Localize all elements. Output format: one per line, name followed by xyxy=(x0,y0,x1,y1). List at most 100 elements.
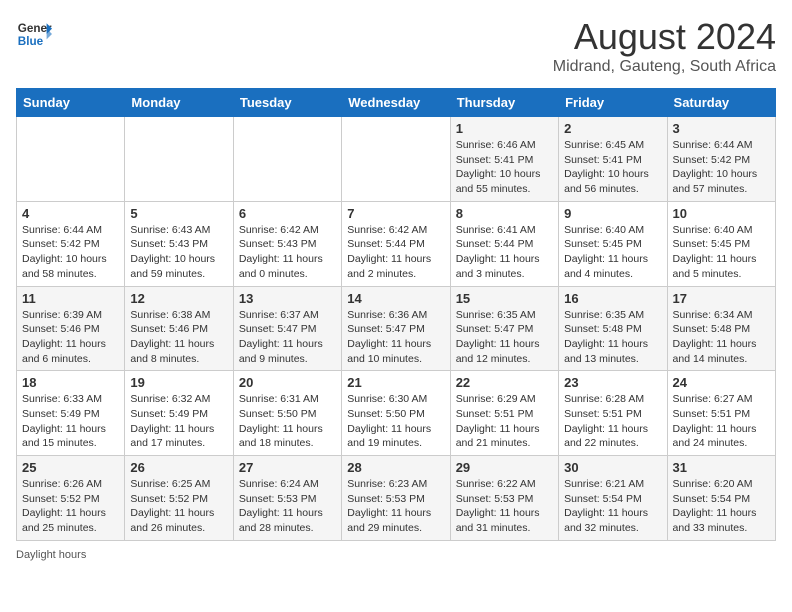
logo-icon: General Blue xyxy=(16,16,52,52)
day-cell: 20 Sunrise: 6:31 AM Sunset: 5:50 PM Dayli… xyxy=(233,371,341,456)
calendar-title: August 2024 xyxy=(553,16,776,58)
day-number: 24 xyxy=(673,375,770,390)
day-info: Sunrise: 6:31 AM Sunset: 5:50 PM Dayligh… xyxy=(239,392,336,451)
day-cell xyxy=(125,117,233,202)
day-number: 27 xyxy=(239,460,336,475)
weekday-header-wednesday: Wednesday xyxy=(342,89,450,117)
day-number: 8 xyxy=(456,206,553,221)
day-cell: 9Sunrise: 6:40 AM Sunset: 5:45 PM Daylig… xyxy=(559,201,667,286)
day-number: 15 xyxy=(456,291,553,306)
day-cell: 7Sunrise: 6:42 AM Sunset: 5:44 PM Daylig… xyxy=(342,201,450,286)
calendar-table: SundayMondayTuesdayWednesdayThursdayFrid… xyxy=(16,88,776,541)
day-number: 21 xyxy=(347,375,444,390)
weekday-header-friday: Friday xyxy=(559,89,667,117)
day-number: 11 xyxy=(22,291,119,306)
day-cell: 5 Sunrise: 6:43 AM Sunset: 5:43 PM Daylig… xyxy=(125,201,233,286)
day-number: 3 xyxy=(673,121,770,136)
day-number: 16 xyxy=(564,291,661,306)
calendar-subtitle: Midrand, Gauteng, South Africa xyxy=(553,58,776,76)
day-cell: 10Sunrise: 6:40 AM Sunset: 5:45 PM Dayli… xyxy=(667,201,775,286)
day-cell xyxy=(342,117,450,202)
week-row-4: 18 Sunrise: 6:33 AM Sunset: 5:49 PM Dayli… xyxy=(17,371,776,456)
day-cell xyxy=(17,117,125,202)
day-number: 10 xyxy=(673,206,770,221)
day-cell: 31 Sunrise: 6:20 AM Sunset: 5:54 PM Dayli… xyxy=(667,456,775,541)
day-cell: 8 Sunrise: 6:41 AM Sunset: 5:44 PM Daylig… xyxy=(450,201,558,286)
week-row-1: 1Sunrise: 6:46 AM Sunset: 5:41 PM Daylig… xyxy=(17,117,776,202)
day-number: 13 xyxy=(239,291,336,306)
day-cell: 6Sunrise: 6:42 AM Sunset: 5:43 PM Daylig… xyxy=(233,201,341,286)
weekday-header-saturday: Saturday xyxy=(667,89,775,117)
day-cell: 3 Sunrise: 6:44 AM Sunset: 5:42 PM Daylig… xyxy=(667,117,775,202)
day-number: 2 xyxy=(564,121,661,136)
day-info: Sunrise: 6:44 AM Sunset: 5:42 PM Dayligh… xyxy=(22,223,119,282)
day-info: Sunrise: 6:20 AM Sunset: 5:54 PM Dayligh… xyxy=(673,477,770,536)
day-info: Sunrise: 6:43 AM Sunset: 5:43 PM Dayligh… xyxy=(130,223,227,282)
day-info: Sunrise: 6:41 AM Sunset: 5:44 PM Dayligh… xyxy=(456,223,553,282)
weekday-header-tuesday: Tuesday xyxy=(233,89,341,117)
day-info: Sunrise: 6:24 AM Sunset: 5:53 PM Dayligh… xyxy=(239,477,336,536)
day-cell: 30Sunrise: 6:21 AM Sunset: 5:54 PM Dayli… xyxy=(559,456,667,541)
title-block: August 2024 Midrand, Gauteng, South Afri… xyxy=(553,16,776,76)
day-cell: 25 Sunrise: 6:26 AM Sunset: 5:52 PM Dayli… xyxy=(17,456,125,541)
day-cell: 14 Sunrise: 6:36 AM Sunset: 5:47 PM Dayli… xyxy=(342,286,450,371)
day-number: 18 xyxy=(22,375,119,390)
day-cell: 16 Sunrise: 6:35 AM Sunset: 5:48 PM Dayli… xyxy=(559,286,667,371)
day-info: Sunrise: 6:23 AM Sunset: 5:53 PM Dayligh… xyxy=(347,477,444,536)
day-number: 5 xyxy=(130,206,227,221)
footer-note: Daylight hours xyxy=(16,549,776,561)
day-info: Sunrise: 6:35 AM Sunset: 5:47 PM Dayligh… xyxy=(456,308,553,367)
day-cell: 17 Sunrise: 6:34 AM Sunset: 5:48 PM Dayli… xyxy=(667,286,775,371)
day-number: 9 xyxy=(564,206,661,221)
day-cell: 15 Sunrise: 6:35 AM Sunset: 5:47 PM Dayli… xyxy=(450,286,558,371)
day-cell: 1Sunrise: 6:46 AM Sunset: 5:41 PM Daylig… xyxy=(450,117,558,202)
day-info: Sunrise: 6:27 AM Sunset: 5:51 PM Dayligh… xyxy=(673,392,770,451)
day-cell: 22 Sunrise: 6:29 AM Sunset: 5:51 PM Dayli… xyxy=(450,371,558,456)
day-number: 17 xyxy=(673,291,770,306)
day-number: 19 xyxy=(130,375,227,390)
day-info: Sunrise: 6:28 AM Sunset: 5:51 PM Dayligh… xyxy=(564,392,661,451)
day-info: Sunrise: 6:32 AM Sunset: 5:49 PM Dayligh… xyxy=(130,392,227,451)
day-number: 1 xyxy=(456,121,553,136)
weekday-header-sunday: Sunday xyxy=(17,89,125,117)
day-cell: 19 Sunrise: 6:32 AM Sunset: 5:49 PM Dayli… xyxy=(125,371,233,456)
day-info: Sunrise: 6:30 AM Sunset: 5:50 PM Dayligh… xyxy=(347,392,444,451)
day-number: 22 xyxy=(456,375,553,390)
day-number: 14 xyxy=(347,291,444,306)
week-row-2: 4Sunrise: 6:44 AM Sunset: 5:42 PM Daylig… xyxy=(17,201,776,286)
week-row-5: 25 Sunrise: 6:26 AM Sunset: 5:52 PM Dayli… xyxy=(17,456,776,541)
day-cell: 21 Sunrise: 6:30 AM Sunset: 5:50 PM Dayli… xyxy=(342,371,450,456)
day-info: Sunrise: 6:26 AM Sunset: 5:52 PM Dayligh… xyxy=(22,477,119,536)
day-number: 30 xyxy=(564,460,661,475)
day-number: 20 xyxy=(239,375,336,390)
weekday-header-thursday: Thursday xyxy=(450,89,558,117)
day-cell: 18 Sunrise: 6:33 AM Sunset: 5:49 PM Dayli… xyxy=(17,371,125,456)
day-info: Sunrise: 6:37 AM Sunset: 5:47 PM Dayligh… xyxy=(239,308,336,367)
day-info: Sunrise: 6:45 AM Sunset: 5:41 PM Dayligh… xyxy=(564,138,661,197)
day-info: Sunrise: 6:29 AM Sunset: 5:51 PM Dayligh… xyxy=(456,392,553,451)
weekday-header-monday: Monday xyxy=(125,89,233,117)
day-cell: 26Sunrise: 6:25 AM Sunset: 5:52 PM Dayli… xyxy=(125,456,233,541)
weekday-header-row: SundayMondayTuesdayWednesdayThursdayFrid… xyxy=(17,89,776,117)
day-info: Sunrise: 6:36 AM Sunset: 5:47 PM Dayligh… xyxy=(347,308,444,367)
day-number: 29 xyxy=(456,460,553,475)
day-cell: 13 Sunrise: 6:37 AM Sunset: 5:47 PM Dayli… xyxy=(233,286,341,371)
day-info: Sunrise: 6:44 AM Sunset: 5:42 PM Dayligh… xyxy=(673,138,770,197)
day-cell: 11Sunrise: 6:39 AM Sunset: 5:46 PM Dayli… xyxy=(17,286,125,371)
day-cell xyxy=(233,117,341,202)
day-number: 25 xyxy=(22,460,119,475)
day-info: Sunrise: 6:34 AM Sunset: 5:48 PM Dayligh… xyxy=(673,308,770,367)
week-row-3: 11Sunrise: 6:39 AM Sunset: 5:46 PM Dayli… xyxy=(17,286,776,371)
day-cell: 24 Sunrise: 6:27 AM Sunset: 5:51 PM Dayli… xyxy=(667,371,775,456)
day-info: Sunrise: 6:38 AM Sunset: 5:46 PM Dayligh… xyxy=(130,308,227,367)
day-info: Sunrise: 6:33 AM Sunset: 5:49 PM Dayligh… xyxy=(22,392,119,451)
day-cell: 29 Sunrise: 6:22 AM Sunset: 5:53 PM Dayli… xyxy=(450,456,558,541)
day-number: 31 xyxy=(673,460,770,475)
day-number: 12 xyxy=(130,291,227,306)
day-number: 23 xyxy=(564,375,661,390)
day-cell: 27 Sunrise: 6:24 AM Sunset: 5:53 PM Dayli… xyxy=(233,456,341,541)
day-cell: 4Sunrise: 6:44 AM Sunset: 5:42 PM Daylig… xyxy=(17,201,125,286)
day-info: Sunrise: 6:35 AM Sunset: 5:48 PM Dayligh… xyxy=(564,308,661,367)
day-info: Sunrise: 6:22 AM Sunset: 5:53 PM Dayligh… xyxy=(456,477,553,536)
day-info: Sunrise: 6:42 AM Sunset: 5:44 PM Dayligh… xyxy=(347,223,444,282)
